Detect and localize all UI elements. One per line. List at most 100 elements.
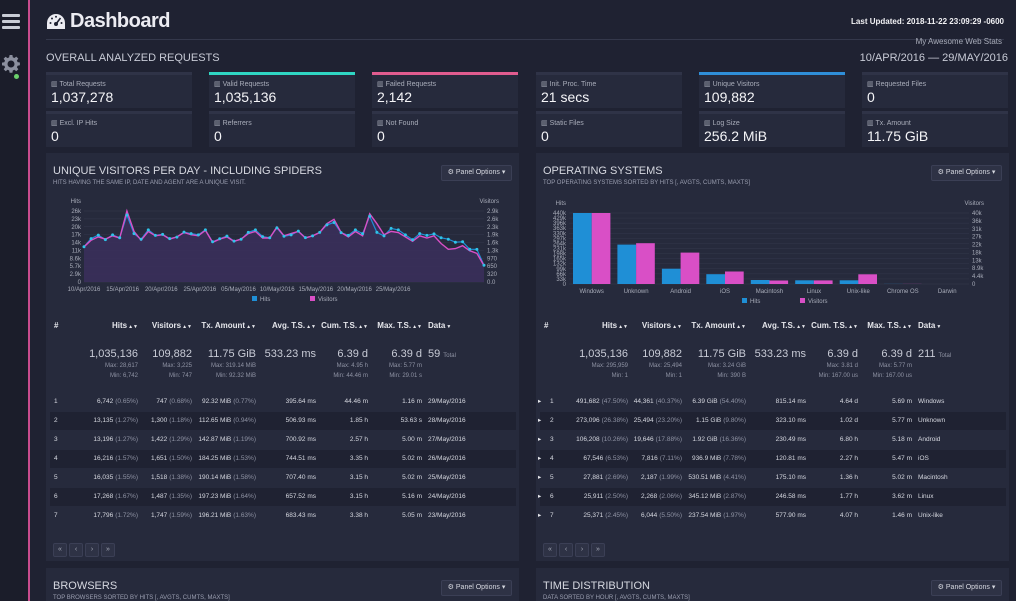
visitors-bar[interactable]: [769, 280, 789, 285]
hits-point[interactable]: [196, 233, 200, 237]
visitors-bar[interactable]: [591, 213, 611, 284]
hits-point[interactable]: [182, 230, 186, 234]
hits-bar[interactable]: [750, 280, 770, 284]
hits-point[interactable]: [203, 228, 207, 232]
expand-row-icon[interactable]: ▸: [538, 469, 541, 487]
hits-point[interactable]: [389, 226, 393, 230]
hits-point[interactable]: [353, 228, 357, 232]
column-header[interactable]: Avg. T.S.▲▼: [258, 321, 316, 330]
hits-point[interactable]: [318, 230, 322, 234]
hits-point[interactable]: [296, 229, 300, 233]
hits-point[interactable]: [153, 233, 157, 237]
table-row[interactable]: ▸ 5 27,881 (2.69%) 2,187 (1.99%) 530.51 MiB (4.…: [538, 469, 1006, 487]
last-page-button[interactable]: »: [101, 543, 115, 557]
hits-point[interactable]: [475, 247, 479, 251]
prev-page-button[interactable]: ‹: [69, 543, 83, 557]
hits-point[interactable]: [268, 236, 272, 240]
hits-bar[interactable]: [661, 268, 681, 284]
gear-icon[interactable]: [1, 54, 21, 74]
hits-point[interactable]: [225, 234, 229, 238]
table-row[interactable]: ▸ 2 273,096 (26.38%) 25,494 (23.20%) 1.15 GiB(…: [538, 412, 1006, 430]
hits-point[interactable]: [303, 236, 307, 240]
column-header[interactable]: Max. T.S.▲▼: [862, 321, 912, 330]
hits-point[interactable]: [425, 233, 429, 237]
hits-point[interactable]: [253, 228, 257, 232]
table-row[interactable]: 5 16,035 (1.55%) 1,518 (1.38%) 190.14 MiB (1.5…: [50, 469, 516, 487]
table-row[interactable]: ▸ 1 491,682 (47.50%) 44,361 (40.37%) 6.39 GiB(…: [538, 393, 1006, 411]
hits-point[interactable]: [103, 238, 107, 242]
hits-point[interactable]: [432, 232, 436, 236]
hits-point[interactable]: [461, 240, 465, 244]
hits-point[interactable]: [339, 231, 343, 235]
visitors-bar[interactable]: [813, 280, 833, 284]
table-row[interactable]: 4 16,216 (1.57%) 1,651 (1.50%) 184.25 MiB (1.5…: [50, 450, 516, 468]
visitors-panel-options-button[interactable]: ⚙ Panel Options ▾: [441, 165, 512, 181]
hits-point[interactable]: [375, 230, 379, 234]
hits-point[interactable]: [275, 226, 279, 230]
next-page-button[interactable]: ›: [85, 543, 99, 557]
table-row[interactable]: ▸ 4 67,546 (6.53%) 7,816 (7.11%) 936.9 MiB (7.7…: [538, 450, 1006, 468]
prev-page-button[interactable]: ‹: [559, 543, 573, 557]
hits-point[interactable]: [161, 232, 165, 236]
hits-point[interactable]: [468, 247, 472, 251]
column-header[interactable]: Avg. T.S.▲▼: [748, 321, 806, 330]
first-page-button[interactable]: «: [543, 543, 557, 557]
hits-bar[interactable]: [573, 213, 592, 284]
expand-row-icon[interactable]: ▸: [538, 393, 541, 411]
column-header[interactable]: Hits▲▼: [570, 321, 628, 330]
hits-point[interactable]: [418, 232, 422, 236]
expand-row-icon[interactable]: ▸: [538, 450, 541, 468]
column-header[interactable]: Data▼: [428, 321, 508, 330]
table-row[interactable]: 3 13,196 (1.27%) 1,422 (1.29%) 142.87 MiB (1.1…: [50, 431, 516, 449]
expand-row-icon[interactable]: ▸: [538, 488, 541, 506]
time-panel-options-button[interactable]: ⚙ Panel Options ▾: [931, 580, 1002, 596]
table-row[interactable]: 7 17,796 (1.72%) 1,747 (1.59%) 196.21 MiB (1.6…: [50, 507, 516, 525]
column-header[interactable]: Cum. T.S.▲▼: [318, 321, 368, 330]
hits-point[interactable]: [82, 245, 86, 249]
hits-bar[interactable]: [706, 274, 725, 284]
table-row[interactable]: ▸ 3 106,208 (10.26%) 19,646 (17.88%) 1.92 GiB(…: [538, 431, 1006, 449]
visitors-bar[interactable]: [680, 252, 700, 284]
hits-point[interactable]: [211, 240, 215, 244]
hits-point[interactable]: [282, 234, 286, 238]
hits-point[interactable]: [361, 232, 365, 236]
hits-bar[interactable]: [795, 280, 814, 284]
column-header[interactable]: Visitors▲▼: [142, 321, 192, 330]
hits-point[interactable]: [403, 233, 407, 237]
visitors-bar[interactable]: [725, 271, 744, 285]
hits-point[interactable]: [132, 232, 136, 236]
hits-bar[interactable]: [839, 280, 859, 284]
hits-bar[interactable]: [617, 244, 637, 284]
visitors-bar[interactable]: [636, 243, 655, 284]
table-row[interactable]: 6 17,268 (1.67%) 1,487 (1.35%) 197.23 MiB (1.6…: [50, 488, 516, 506]
hits-point[interactable]: [332, 221, 336, 224]
hits-point[interactable]: [111, 233, 115, 237]
hits-point[interactable]: [146, 228, 150, 232]
table-row[interactable]: 1 6,742 (0.65%) 747 (0.68%) 92.32 MiB (0.77%) 3…: [50, 393, 516, 411]
hits-point[interactable]: [289, 233, 293, 237]
table-row[interactable]: ▸ 6 25,911 (2.50%) 2,268 (2.06%) 345.12 MiB (2.…: [538, 488, 1006, 506]
hits-point[interactable]: [382, 234, 386, 238]
hits-point[interactable]: [368, 214, 372, 218]
hits-point[interactable]: [118, 236, 122, 240]
table-row[interactable]: 2 13,135 (1.27%) 1,300 (1.18%) 112.65 MiB (0.9…: [50, 412, 516, 430]
hits-point[interactable]: [218, 237, 222, 241]
hits-point[interactable]: [453, 240, 457, 244]
browsers-panel-options-button[interactable]: ⚙ Panel Options ▾: [441, 580, 512, 596]
hits-point[interactable]: [439, 236, 443, 240]
first-page-button[interactable]: «: [53, 543, 67, 557]
os-panel-options-button[interactable]: ⚙ Panel Options ▾: [931, 165, 1002, 181]
hits-point[interactable]: [189, 232, 193, 236]
hits-point[interactable]: [446, 237, 450, 241]
column-header[interactable]: Tx. Amount▲▼: [196, 321, 256, 330]
last-page-button[interactable]: »: [591, 543, 605, 557]
hits-point[interactable]: [396, 228, 400, 232]
column-header[interactable]: Tx. Amount▲▼: [686, 321, 746, 330]
hits-point[interactable]: [246, 230, 250, 234]
hits-point[interactable]: [139, 237, 143, 241]
menu-icon[interactable]: [2, 14, 20, 30]
hits-point[interactable]: [239, 237, 243, 241]
expand-row-icon[interactable]: ▸: [538, 412, 541, 430]
hits-point[interactable]: [96, 233, 100, 237]
column-header[interactable]: Max. T.S.▲▼: [372, 321, 422, 330]
